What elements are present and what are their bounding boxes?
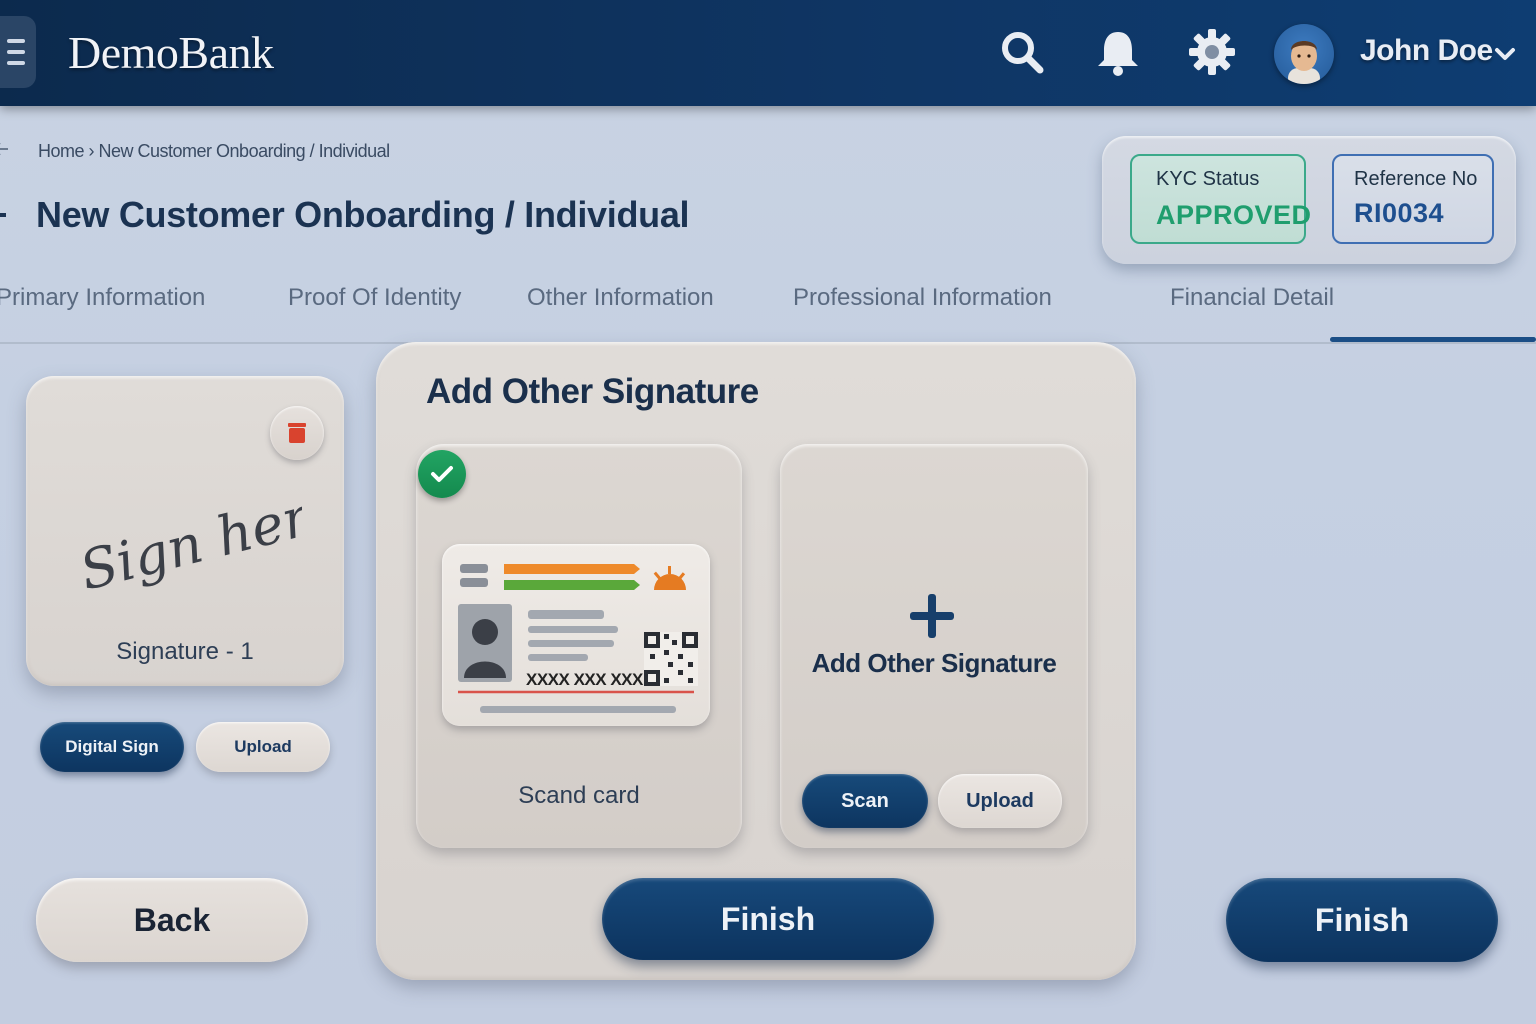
svg-text:Sign here: Sign here: [74, 477, 302, 602]
tab-other-information[interactable]: Other Information: [527, 284, 714, 312]
panel-title: Add Other Signature: [426, 372, 759, 411]
add-signature-label: Add Other Signature: [811, 648, 1057, 678]
tab-professional-information[interactable]: Professional Information: [793, 284, 1052, 312]
back-arrow-icon[interactable]: [0, 140, 12, 158]
tab-bar: Primary Information Proof Of Identity Ot…: [0, 280, 1536, 342]
id-card-illustration: [458, 564, 698, 713]
tab-primary-information[interactable]: Primary Information: [0, 284, 205, 312]
title-arrow-icon[interactable]: [0, 200, 14, 230]
brand-logo: DemoBank: [68, 27, 274, 78]
kyc-status-value: APPROVED: [1156, 200, 1312, 230]
search-icon[interactable]: [996, 26, 1048, 78]
plus-icon[interactable]: [908, 592, 956, 640]
finish-button[interactable]: Finish: [1226, 878, 1498, 962]
menu-icon[interactable]: [0, 16, 36, 88]
add-signature-tile[interactable]: Add Other Signature Scan Upload: [780, 444, 1088, 848]
avatar[interactable]: [1274, 24, 1334, 84]
active-tab-indicator: [1330, 337, 1536, 342]
page-title: New Customer Onboarding / Individual: [36, 194, 690, 235]
scan-button[interactable]: Scan: [802, 774, 928, 828]
add-signature-upload-button[interactable]: Upload: [938, 774, 1062, 828]
id-card-number: XXXX XXX XXX: [526, 670, 643, 689]
trash-icon: [288, 423, 306, 443]
bell-icon[interactable]: [1092, 26, 1144, 78]
panel-finish-button[interactable]: Finish: [602, 878, 934, 960]
scanned-card-label: Scand card: [518, 782, 640, 809]
digital-sign-button[interactable]: Digital Sign: [40, 722, 184, 772]
scanned-card-tile[interactable]: XXXX XXX XXX Scand card: [416, 444, 742, 848]
top-bar: DemoBank John Doe: [0, 0, 1536, 106]
signature-label: Signature - 1: [116, 638, 254, 665]
chevron-down-icon[interactable]: [1494, 44, 1516, 64]
add-other-signature-panel: Add Other Signature XXXX XXX XXX Scand c…: [376, 342, 1136, 980]
reference-value: RI0034: [1354, 198, 1445, 228]
signature-card: Sign here Signature - 1: [26, 376, 344, 686]
user-name[interactable]: John Doe: [1360, 34, 1493, 68]
tab-financial-detail[interactable]: Financial Detail: [1170, 284, 1334, 312]
reference-label: Reference No: [1354, 168, 1478, 190]
sun-emblem-icon: [653, 566, 686, 590]
delete-button[interactable]: [270, 406, 324, 460]
breadcrumb[interactable]: Home › New Customer Onboarding / Individ…: [38, 141, 390, 162]
status-panel: KYC Status APPROVED Reference No RI0034: [1102, 136, 1516, 264]
signature-placeholder[interactable]: Sign here: [72, 472, 302, 602]
gear-icon[interactable]: [1186, 26, 1238, 78]
back-button[interactable]: Back: [36, 878, 308, 962]
signature-upload-button[interactable]: Upload: [196, 722, 330, 772]
check-icon: [418, 450, 466, 498]
kyc-status-box: KYC Status APPROVED: [1130, 154, 1311, 244]
tab-proof-of-identity[interactable]: Proof Of Identity: [288, 284, 461, 312]
reference-box: Reference No RI0034: [1332, 154, 1494, 244]
id-card-image: XXXX XXX XXX: [442, 544, 710, 726]
kyc-status-label: KYC Status: [1156, 168, 1260, 190]
qr-code-icon: [644, 632, 698, 686]
